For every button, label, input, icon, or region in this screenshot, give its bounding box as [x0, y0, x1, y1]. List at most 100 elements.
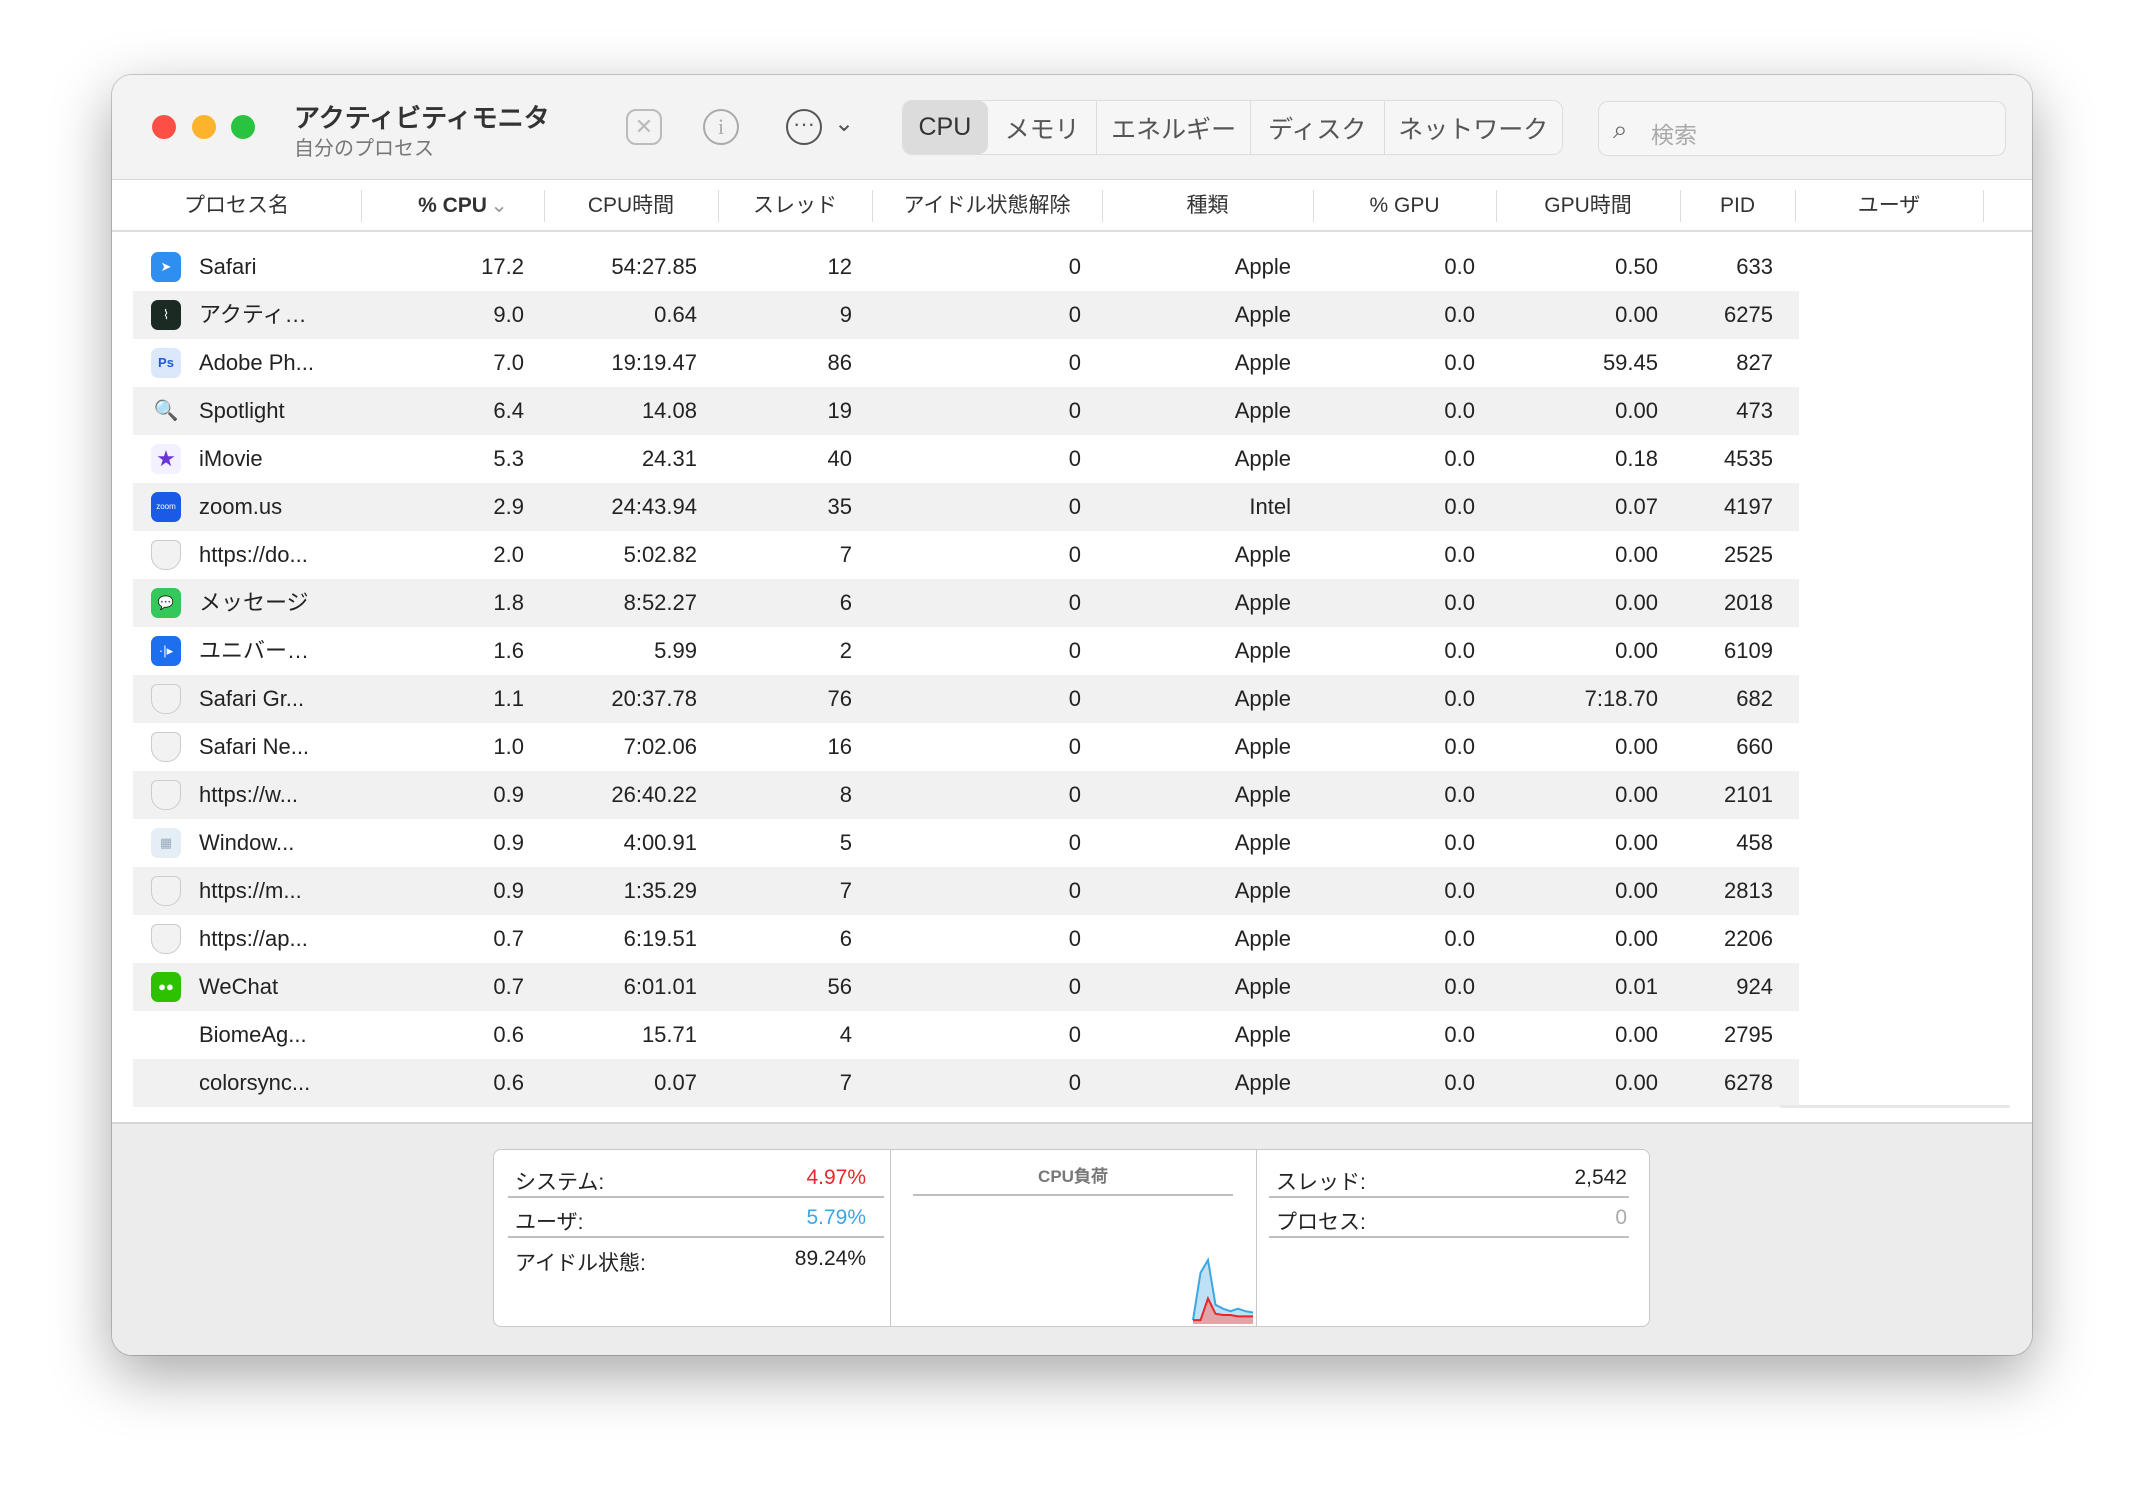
column-header-kind[interactable]: 種類 [1102, 180, 1313, 232]
tab-network[interactable]: ネットワーク [1385, 101, 1562, 154]
cell-idle-wakeups: 0 [1068, 446, 1081, 471]
cell-gpu: 0.0 [1444, 686, 1475, 711]
cell-threads: 4 [839, 1022, 852, 1047]
photoshop-icon: Ps [151, 348, 181, 378]
search-icon: ⌕ [1613, 114, 1628, 144]
cell-pid: 4197 [1724, 494, 1773, 519]
cell-gpu-time: 0.00 [1615, 1070, 1658, 1095]
cell-cpu: 0.6 [493, 1070, 524, 1095]
table-row[interactable]: BiomeAg... 0.6 15.71 4 0 Apple 0.0 0.00 2795 [133, 1011, 1799, 1059]
table-row[interactable]: ·|▸ ユニバー… 1.6 5.99 2 0 Apple 0.0 0.00 6109 [133, 627, 1799, 675]
table-row[interactable]: zoom zoom.us 2.9 24:43.94 35 0 Intel 0.0 0.07 419… [133, 483, 1799, 531]
cell-idle-wakeups: 0 [1068, 1070, 1081, 1095]
tab-disk[interactable]: ディスク [1251, 101, 1385, 154]
tab-energy[interactable]: エネルギー [1097, 101, 1251, 154]
minimize-button[interactable] [192, 115, 216, 139]
cell-gpu: 0.0 [1444, 974, 1475, 999]
process-name: https://do... [199, 542, 308, 567]
column-header-threads[interactable]: スレッド [718, 180, 872, 232]
table-row[interactable]: 🔍 Spotlight 6.4 14.08 19 0 Apple 0.0 0.00 473 [133, 387, 1799, 435]
close-button[interactable] [152, 115, 176, 139]
column-divider[interactable] [1983, 190, 1984, 222]
process-name: https://m... [199, 878, 302, 903]
cell-gpu: 0.0 [1444, 638, 1475, 663]
process-name: ユニバー… [199, 638, 310, 663]
horizontal-scrollbar[interactable] [1780, 1105, 2010, 1108]
table-row[interactable]: Safari Ne... 1.0 7:02.06 16 0 Apple 0.0 0.00 660 [133, 723, 1799, 771]
cell-cpu: 5.3 [493, 446, 524, 471]
cell-threads: 7 [839, 542, 852, 567]
table-row[interactable]: ●● WeChat 0.7 6:01.01 56 0 Apple 0.0 0.01 924 [133, 963, 1799, 1011]
table-row[interactable]: ➤ Safari 17.2 54:27.85 12 0 Apple 0.0 0.50 633 [133, 243, 1799, 291]
shield-icon [151, 780, 181, 810]
column-header-pid[interactable]: PID [1680, 180, 1795, 232]
cell-idle-wakeups: 0 [1068, 494, 1081, 519]
chevron-down-icon[interactable]: ⌄ [834, 109, 854, 138]
tab-cpu[interactable]: CPU [903, 101, 988, 154]
search-field[interactable]: ⌕ 検索 [1598, 101, 2006, 156]
cell-gpu: 0.0 [1444, 494, 1475, 519]
table-row[interactable]: https://w... 0.9 26:40.22 8 0 Apple 0.0 0.00 210… [133, 771, 1799, 819]
stop-process-icon[interactable]: ✕ [626, 109, 662, 145]
cell-pid: 633 [1736, 254, 1773, 279]
cell-threads: 5 [839, 830, 852, 855]
table-row[interactable]: https://ap... 0.7 6:19.51 6 0 Apple 0.0 0.00 220… [133, 915, 1799, 963]
threads-value: 2,542 [1574, 1166, 1627, 1189]
cell-threads: 7 [839, 878, 852, 903]
cell-pid: 473 [1736, 398, 1773, 423]
activity-monitor-icon: ⌇ [151, 300, 181, 330]
cell-gpu: 0.0 [1444, 542, 1475, 567]
cell-idle-wakeups: 0 [1068, 590, 1081, 615]
cell-gpu-time: 0.00 [1615, 878, 1658, 903]
idle-value: 89.24% [794, 1247, 866, 1270]
table-row[interactable]: ▦ Window... 0.9 4:00.91 5 0 Apple 0.0 0.00 458 [133, 819, 1799, 867]
table-row[interactable]: Ps Adobe Ph... 7.0 19:19.47 86 0 Apple 0.0 59.45… [133, 339, 1799, 387]
cell-pid: 6278 [1724, 1070, 1773, 1095]
cell-idle-wakeups: 0 [1068, 830, 1081, 855]
cell-gpu-time: 59.45 [1602, 350, 1658, 375]
zoom-button[interactable] [231, 115, 255, 139]
cell-threads: 40 [827, 446, 852, 471]
cell-idle-wakeups: 0 [1068, 254, 1081, 279]
cell-cpu: 0.9 [493, 830, 524, 855]
system-value: 4.97% [806, 1166, 866, 1189]
cell-gpu-time: 0.00 [1615, 734, 1658, 759]
cell-gpu: 0.0 [1444, 782, 1475, 807]
cell-gpu: 0.0 [1444, 254, 1475, 279]
user-label: ユーザ: [515, 1211, 584, 1234]
table-row[interactable]: ⌇ アクティ… 9.0 0.64 9 0 Apple 0.0 0.00 6275 [133, 291, 1799, 339]
cell-idle-wakeups: 0 [1068, 1022, 1081, 1047]
cell-cpu: 9.0 [493, 302, 524, 327]
table-row[interactable]: https://do... 2.0 5:02.82 7 0 Apple 0.0 0.00 252… [133, 531, 1799, 579]
table-row[interactable]: 💬 メッセージ 1.8 8:52.27 6 0 Apple 0.0 0.00 2018 [133, 579, 1799, 627]
cell-cpu: 1.8 [493, 590, 524, 615]
column-header-name[interactable]: プロセス名 [112, 180, 361, 232]
cell-kind: Apple [1234, 734, 1291, 759]
table-row[interactable]: colorsync... 0.6 0.07 7 0 Apple 0.0 0.00 6278 [133, 1059, 1799, 1107]
cell-gpu: 0.0 [1444, 830, 1475, 855]
column-header-idle-wakeups[interactable]: アイドル状態解除 [872, 180, 1102, 232]
column-header-cpu-time[interactable]: CPU時間 [544, 180, 718, 232]
window-subtitle[interactable]: 自分のプロセス [294, 132, 434, 161]
cell-idle-wakeups: 0 [1068, 350, 1081, 375]
cell-cpu-time: 26:40.22 [611, 782, 697, 807]
cell-idle-wakeups: 0 [1068, 542, 1081, 567]
shield-icon [151, 684, 181, 714]
table-row[interactable]: https://m... 0.9 1:35.29 7 0 Apple 0.0 0.00 2813 [133, 867, 1799, 915]
cpu-summary-panel: システム: 4.97% ユーザ: 5.79% アイドル状態: 89.24% CP… [493, 1149, 1650, 1327]
info-icon[interactable]: i [703, 109, 739, 145]
table-row[interactable]: ★ iMovie 5.3 24.31 40 0 Apple 0.0 0.18 4535 [133, 435, 1799, 483]
cell-cpu-time: 54:27.85 [611, 254, 697, 279]
sort-descending-icon[interactable]: ⌄ [484, 180, 514, 232]
column-header-gpu-time[interactable]: GPU時間 [1496, 180, 1680, 232]
column-header-user[interactable]: ユーザ [1795, 180, 1983, 232]
cell-threads: 9 [839, 302, 852, 327]
column-header-gpu[interactable]: % GPU [1313, 180, 1496, 232]
cell-kind: Apple [1234, 830, 1291, 855]
table-row[interactable]: Safari Gr... 1.1 20:37.78 76 0 Apple 0.0 7:18.7… [133, 675, 1799, 723]
process-name: colorsync... [199, 1070, 311, 1095]
tab-memory[interactable]: メモリ [988, 101, 1098, 154]
ellipsis-circle-icon[interactable]: ··· [786, 109, 822, 145]
column-header-cpu[interactable]: % CPU [361, 180, 544, 232]
cell-pid: 6275 [1724, 302, 1773, 327]
